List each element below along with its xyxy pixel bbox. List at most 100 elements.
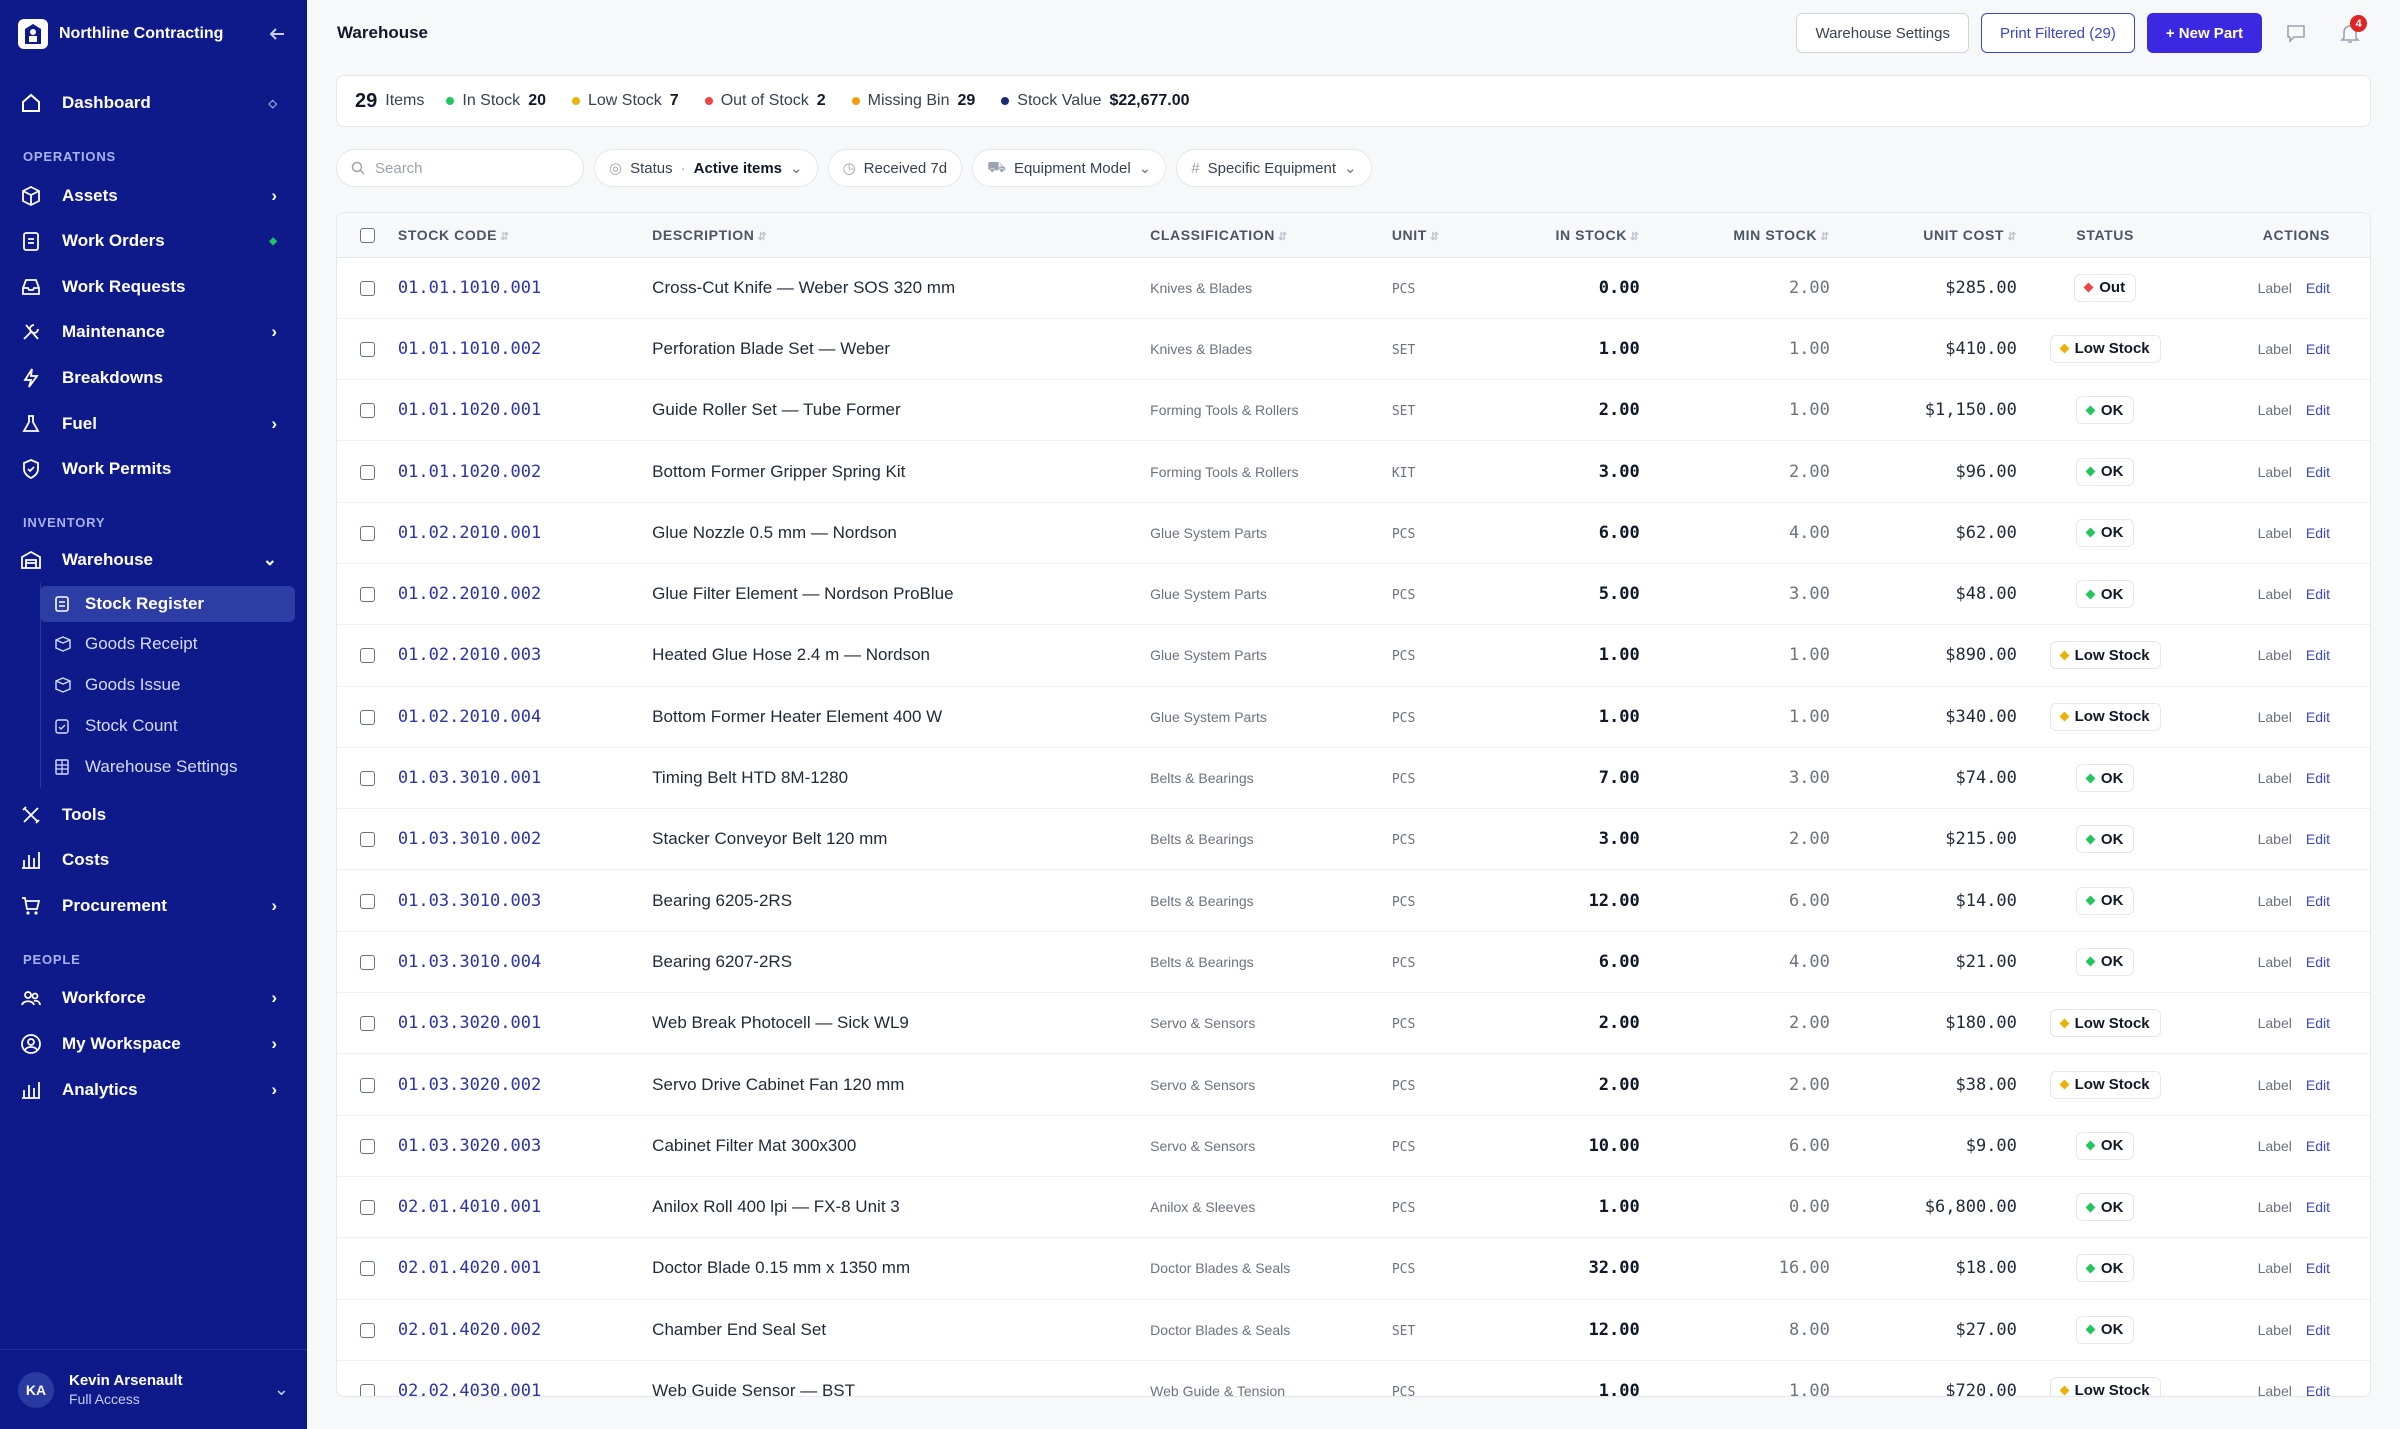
- edit-action-link[interactable]: Edit: [2306, 402, 2330, 418]
- collapse-sidebar-icon[interactable]: [265, 22, 289, 46]
- chat-icon[interactable]: [2276, 13, 2316, 53]
- stock-code-link[interactable]: 02.02.4030.001: [398, 1381, 541, 1396]
- stock-code-link[interactable]: 02.01.4010.001: [398, 1197, 541, 1217]
- label-action-link[interactable]: Label: [2258, 1260, 2292, 1276]
- edit-action-link[interactable]: Edit: [2306, 1322, 2330, 1338]
- col-unit[interactable]: UNIT ⇵: [1391, 213, 1466, 258]
- col-stock-code[interactable]: STOCK CODE ⇵: [397, 213, 653, 258]
- table-row[interactable]: 01.03.3020.002 Servo Drive Cabinet Fan 12…: [337, 1054, 2370, 1116]
- row-checkbox[interactable]: [359, 1138, 375, 1154]
- stock-code-link[interactable]: 02.01.4020.001: [398, 1258, 541, 1278]
- edit-action-link[interactable]: Edit: [2306, 709, 2330, 725]
- label-action-link[interactable]: Label: [2258, 402, 2292, 418]
- label-action-link[interactable]: Label: [2258, 1322, 2292, 1338]
- nav-procurement[interactable]: Procurement ›: [18, 886, 289, 926]
- row-checkbox[interactable]: [359, 587, 375, 603]
- nav-work-orders[interactable]: Work Orders ◆: [18, 221, 289, 261]
- notifications-bell-icon[interactable]: 4: [2330, 13, 2370, 53]
- table-row[interactable]: 01.02.2010.004 Bottom Former Heater Eleme…: [337, 686, 2370, 748]
- nav-tools[interactable]: Tools: [18, 795, 289, 835]
- row-checkbox[interactable]: [359, 1322, 375, 1338]
- edit-action-link[interactable]: Edit: [2306, 831, 2330, 847]
- stock-code-link[interactable]: 01.01.1010.002: [398, 339, 541, 359]
- table-row[interactable]: 01.03.3020.003 Cabinet Filter Mat 300x300…: [337, 1115, 2370, 1177]
- label-action-link[interactable]: Label: [2258, 525, 2292, 541]
- stock-code-link[interactable]: 01.01.1010.001: [398, 278, 541, 298]
- user-menu[interactable]: KA Kevin Arsenault Full Access ⌄: [0, 1349, 307, 1429]
- label-action-link[interactable]: Label: [2258, 1383, 2292, 1396]
- edit-action-link[interactable]: Edit: [2306, 341, 2330, 357]
- table-row[interactable]: 01.03.3010.004 Bearing 6207-2RS Belts & Be…: [337, 931, 2370, 993]
- col-in-stock[interactable]: IN STOCK ⇵: [1465, 213, 1640, 258]
- table-row[interactable]: 01.03.3020.001 Web Break Photocell — Sick…: [337, 993, 2370, 1054]
- col-unit-cost[interactable]: UNIT COST ⇵: [1829, 213, 2017, 258]
- stock-code-link[interactable]: 01.01.1020.001: [398, 400, 541, 420]
- row-checkbox[interactable]: [359, 1261, 375, 1277]
- warehouse-settings-button[interactable]: Warehouse Settings: [1796, 13, 1969, 53]
- row-checkbox[interactable]: [359, 648, 375, 664]
- nav-workforce[interactable]: Workforce ›: [18, 978, 289, 1018]
- nav-warehouse-settings[interactable]: Warehouse Settings: [40, 749, 295, 785]
- label-action-link[interactable]: Label: [2258, 1015, 2292, 1031]
- edit-action-link[interactable]: Edit: [2306, 1077, 2330, 1093]
- col-description[interactable]: DESCRIPTION ⇵: [652, 213, 1151, 258]
- stock-code-link[interactable]: 01.02.2010.004: [398, 707, 541, 727]
- stock-code-link[interactable]: 01.02.2010.003: [398, 645, 541, 665]
- equipment-model-filter[interactable]: ⛟ Equipment Model ⌄: [972, 149, 1167, 187]
- row-checkbox[interactable]: [359, 403, 375, 419]
- stock-code-link[interactable]: 01.02.2010.002: [398, 584, 541, 604]
- nav-analytics[interactable]: Analytics ›: [18, 1070, 289, 1110]
- table-row[interactable]: 02.01.4010.001 Anilox Roll 400 lpi — FX-8…: [337, 1176, 2370, 1238]
- edit-action-link[interactable]: Edit: [2306, 1260, 2330, 1276]
- edit-action-link[interactable]: Edit: [2306, 525, 2330, 541]
- stock-code-link[interactable]: 01.03.3010.002: [398, 829, 541, 849]
- label-action-link[interactable]: Label: [2258, 341, 2292, 357]
- edit-action-link[interactable]: Edit: [2306, 1138, 2330, 1154]
- stock-code-link[interactable]: 01.03.3020.002: [398, 1075, 541, 1095]
- label-action-link[interactable]: Label: [2258, 280, 2292, 296]
- specific-equipment-filter[interactable]: # Specific Equipment ⌄: [1176, 149, 1372, 187]
- edit-action-link[interactable]: Edit: [2306, 770, 2330, 786]
- nav-dashboard[interactable]: Dashboard ◇: [18, 83, 289, 123]
- nav-warehouse[interactable]: Warehouse ⌄: [18, 540, 289, 580]
- nav-breakdowns[interactable]: Breakdowns: [18, 358, 289, 398]
- row-checkbox[interactable]: [359, 341, 375, 357]
- edit-action-link[interactable]: Edit: [2306, 893, 2330, 909]
- label-action-link[interactable]: Label: [2258, 1077, 2292, 1093]
- table-row[interactable]: 01.03.3010.002 Stacker Conveyor Belt 120 …: [337, 809, 2370, 870]
- edit-action-link[interactable]: Edit: [2306, 464, 2330, 480]
- stock-code-link[interactable]: 01.03.3020.003: [398, 1136, 541, 1156]
- col-classification[interactable]: CLASSIFICATION ⇵: [1150, 213, 1392, 258]
- label-action-link[interactable]: Label: [2258, 954, 2292, 970]
- nav-stock-register[interactable]: Stock Register: [40, 586, 295, 622]
- row-checkbox[interactable]: [359, 1384, 375, 1396]
- stock-code-link[interactable]: 02.01.4020.002: [398, 1320, 541, 1340]
- new-part-button[interactable]: + New Part: [2146, 13, 2262, 53]
- nav-stock-count[interactable]: Stock Count: [40, 708, 295, 744]
- table-row[interactable]: 01.03.3010.003 Bearing 6205-2RS Belts & Be…: [337, 870, 2370, 932]
- label-action-link[interactable]: Label: [2258, 647, 2292, 663]
- row-checkbox[interactable]: [359, 280, 375, 296]
- label-action-link[interactable]: Label: [2258, 586, 2292, 602]
- nav-costs[interactable]: Costs: [18, 840, 289, 880]
- label-action-link[interactable]: Label: [2258, 709, 2292, 725]
- table-row[interactable]: 02.01.4020.001 Doctor Blade 0.15 mm x 135…: [337, 1238, 2370, 1300]
- edit-action-link[interactable]: Edit: [2306, 1199, 2330, 1215]
- row-checkbox[interactable]: [359, 954, 375, 970]
- row-checkbox[interactable]: [359, 709, 375, 725]
- nav-work-requests[interactable]: Work Requests: [18, 267, 289, 307]
- table-row[interactable]: 01.01.1020.002 Bottom Former Gripper Spri…: [337, 441, 2370, 503]
- edit-action-link[interactable]: Edit: [2306, 280, 2330, 296]
- table-row[interactable]: 01.01.1010.002 Perforation Blade Set — We…: [337, 318, 2370, 380]
- stock-code-link[interactable]: 01.02.2010.001: [398, 523, 541, 543]
- row-checkbox[interactable]: [359, 464, 375, 480]
- stock-code-link[interactable]: 01.03.3020.001: [398, 1013, 541, 1033]
- label-action-link[interactable]: Label: [2258, 1138, 2292, 1154]
- table-row[interactable]: 01.03.3010.001 Timing Belt HTD 8M-1280 Bel…: [337, 747, 2370, 809]
- row-checkbox[interactable]: [359, 525, 375, 541]
- table-row[interactable]: 01.02.2010.001 Glue Nozzle 0.5 mm — Nords…: [337, 502, 2370, 564]
- nav-fuel[interactable]: Fuel ›: [18, 404, 289, 444]
- search-input[interactable]: Search: [336, 149, 584, 187]
- row-checkbox[interactable]: [359, 1200, 375, 1216]
- col-min-stock[interactable]: MIN STOCK ⇵: [1639, 213, 1830, 258]
